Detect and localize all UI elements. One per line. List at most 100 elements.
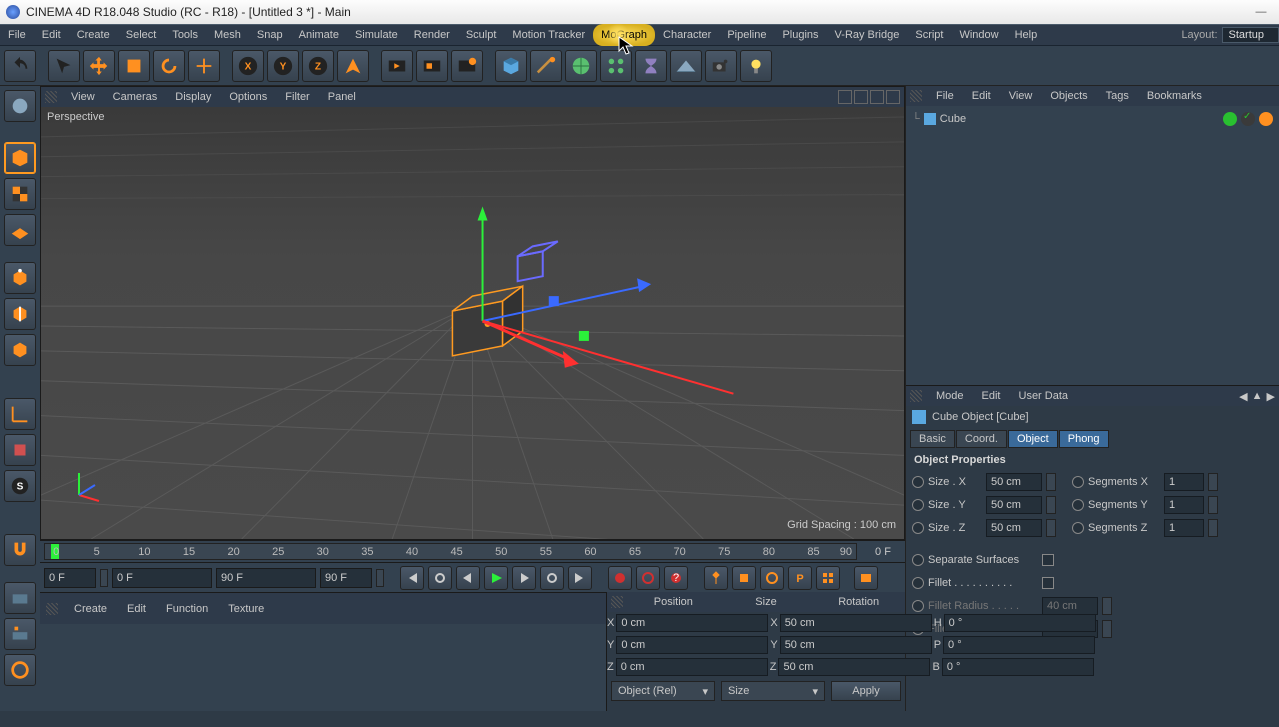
coord-size-x[interactable] (780, 614, 932, 632)
fillet-checkbox[interactable] (1042, 577, 1054, 589)
attr-edit[interactable]: Edit (974, 390, 1009, 402)
menu-animate[interactable]: Animate (291, 24, 347, 46)
anim-dot-icon[interactable] (912, 522, 924, 534)
attr-mode[interactable]: Mode (928, 390, 972, 402)
mat-menu-create[interactable]: Create (64, 603, 117, 615)
menu-character[interactable]: Character (655, 24, 719, 46)
visibility-render-icon[interactable] (1241, 112, 1255, 126)
viewport-solo-icon[interactable] (4, 434, 36, 466)
tab-object[interactable]: Object (1008, 430, 1058, 448)
spinner-icon[interactable] (1046, 496, 1056, 514)
menu-simulate[interactable]: Simulate (347, 24, 406, 46)
rotate-workplane-icon[interactable] (4, 654, 36, 686)
goto-start-icon[interactable] (400, 566, 424, 590)
edge-mode-icon[interactable] (4, 298, 36, 330)
apply-button[interactable]: Apply (831, 681, 901, 701)
magnet-icon[interactable] (4, 534, 36, 566)
menu-plugins[interactable]: Plugins (774, 24, 826, 46)
mat-menu-edit[interactable]: Edit (117, 603, 156, 615)
coord-size-y[interactable] (780, 636, 932, 654)
viewport-3d[interactable]: Perspective Grid Spacing : 100 cm (41, 107, 904, 539)
next-frame-icon[interactable] (512, 566, 536, 590)
coord-size-mode-select[interactable]: Size▾ (721, 681, 825, 701)
object-tree[interactable]: └ Cube (906, 106, 1279, 385)
snap-icon[interactable]: S (4, 470, 36, 502)
grip-icon[interactable] (611, 596, 623, 608)
vp-menu-display[interactable]: Display (167, 91, 219, 103)
live-select-icon[interactable] (48, 50, 80, 82)
grip-icon[interactable] (910, 390, 922, 402)
menu-motiontracker[interactable]: Motion Tracker (504, 24, 593, 46)
menu-snap[interactable]: Snap (249, 24, 291, 46)
render-settings-icon[interactable] (451, 50, 483, 82)
coord-rot-x[interactable] (944, 614, 1096, 632)
minimize-button[interactable]: — (1249, 4, 1273, 20)
key-rot-icon[interactable] (760, 566, 784, 590)
seg-y-field[interactable] (1164, 496, 1204, 514)
grip-icon[interactable] (45, 91, 57, 103)
spinner-icon[interactable] (1208, 519, 1218, 537)
key-pla-icon[interactable] (816, 566, 840, 590)
coord-pos-z[interactable] (616, 658, 768, 676)
dopesheet-icon[interactable] (854, 566, 878, 590)
record-icon[interactable] (608, 566, 632, 590)
menu-file[interactable]: File (0, 24, 34, 46)
menu-window[interactable]: Window (951, 24, 1006, 46)
point-mode-icon[interactable] (4, 262, 36, 294)
vp-nav-3-icon[interactable] (870, 90, 884, 104)
render-pv-icon[interactable] (416, 50, 448, 82)
goto-end-icon[interactable] (568, 566, 592, 590)
objmgr-tags[interactable]: Tags (1098, 90, 1137, 102)
y-axis-icon[interactable]: Y (267, 50, 299, 82)
vp-menu-view[interactable]: View (63, 91, 103, 103)
coord-size-z[interactable] (778, 658, 930, 676)
vp-menu-panel[interactable]: Panel (320, 91, 364, 103)
spinner-icon[interactable] (1046, 473, 1056, 491)
mat-menu-texture[interactable]: Texture (218, 603, 274, 615)
menu-create[interactable]: Create (69, 24, 118, 46)
vp-nav-1-icon[interactable] (838, 90, 852, 104)
undo-icon[interactable] (4, 50, 36, 82)
loop-icon[interactable] (428, 566, 452, 590)
anim-dot-icon[interactable] (1072, 476, 1084, 488)
objmgr-objects[interactable]: Objects (1042, 90, 1095, 102)
seg-z-field[interactable] (1164, 519, 1204, 537)
light-icon[interactable] (740, 50, 772, 82)
vp-menu-cameras[interactable]: Cameras (105, 91, 166, 103)
anim-dot-icon[interactable] (912, 476, 924, 488)
nav-back-icon[interactable]: ◀ (1239, 390, 1247, 403)
attr-userdata[interactable]: User Data (1011, 390, 1077, 402)
spinner-icon[interactable] (1208, 496, 1218, 514)
objmgr-edit[interactable]: Edit (964, 90, 999, 102)
phong-tag-icon[interactable] (1259, 112, 1273, 126)
polygon-mode-icon[interactable] (4, 334, 36, 366)
vp-menu-filter[interactable]: Filter (277, 91, 317, 103)
last-tool-icon[interactable] (188, 50, 220, 82)
size-x-field[interactable] (986, 473, 1042, 491)
tab-basic[interactable]: Basic (910, 430, 955, 448)
current-b-field[interactable] (216, 568, 316, 588)
visibility-editor-icon[interactable] (1223, 112, 1237, 126)
coord-rot-z[interactable] (942, 658, 1094, 676)
anim-dot-icon[interactable] (912, 577, 924, 589)
anim-dot-icon[interactable] (1072, 499, 1084, 511)
sep-surfaces-checkbox[interactable] (1042, 554, 1054, 566)
objmgr-bookmarks[interactable]: Bookmarks (1139, 90, 1210, 102)
prev-frame-icon[interactable] (456, 566, 480, 590)
anim-dot-icon[interactable] (912, 554, 924, 566)
anim-dot-icon[interactable] (912, 499, 924, 511)
autokey-icon[interactable] (636, 566, 660, 590)
layout-select[interactable]: Startup (1222, 27, 1279, 43)
model-mode-icon[interactable] (4, 142, 36, 174)
range-start-field[interactable] (44, 568, 96, 588)
cube-primitive-icon[interactable] (495, 50, 527, 82)
z-axis-icon[interactable]: Z (302, 50, 334, 82)
anim-dot-icon[interactable] (1072, 522, 1084, 534)
deformer-icon[interactable] (635, 50, 667, 82)
spinner-icon[interactable] (1208, 473, 1218, 491)
grip-icon[interactable] (46, 603, 58, 615)
current-a-field[interactable] (112, 568, 212, 588)
key-pos-icon[interactable] (704, 566, 728, 590)
texture-mode-icon[interactable] (4, 178, 36, 210)
menu-mograph[interactable]: MoGraph (593, 24, 655, 46)
